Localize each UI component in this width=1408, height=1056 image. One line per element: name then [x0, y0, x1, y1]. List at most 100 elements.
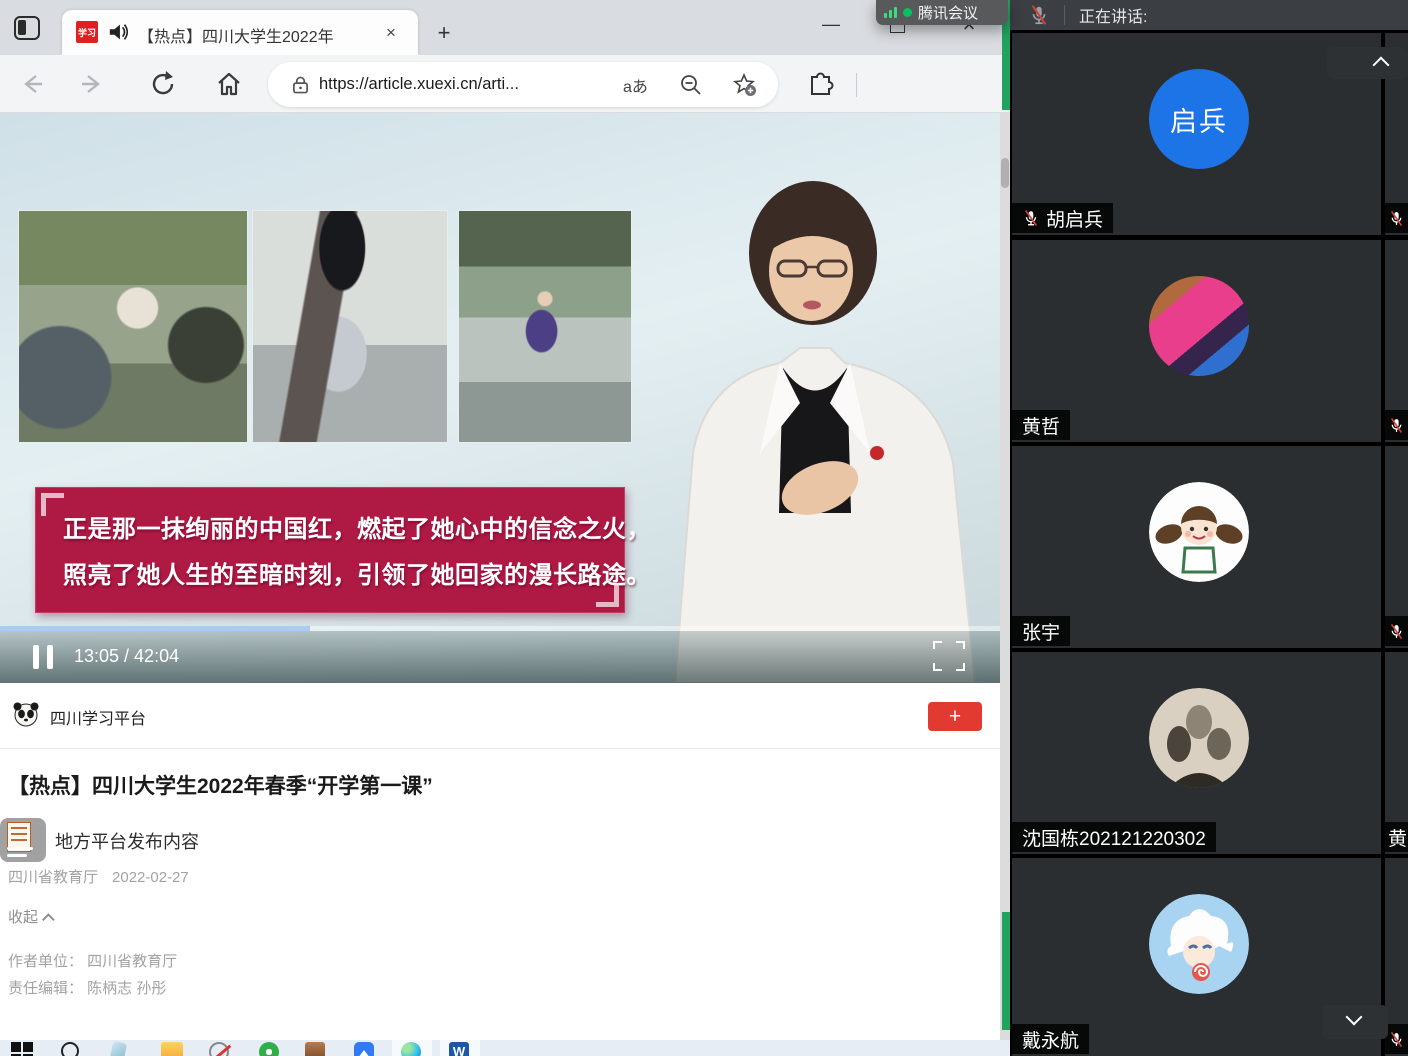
refresh-icon[interactable] [148, 69, 178, 99]
translate-icon[interactable]: aあ [623, 73, 648, 97]
chevron-up-icon [42, 913, 55, 926]
participant-tile[interactable]: 黄哲 [1012, 240, 1381, 442]
screen: 学习 【热点】四川大学生2022年 × + — × [0, 0, 1408, 1056]
browser-window: 学习 【热点】四川大学生2022年 × + — × [0, 0, 1010, 1040]
extensions-puzzle-icon[interactable] [806, 69, 836, 99]
collapse-label: 收起 [8, 909, 38, 926]
tab-strip: 学习 【热点】四川大学生2022年 × + [0, 0, 1010, 55]
participant-name: 沈国栋202121220302 [1022, 824, 1206, 851]
taskbar-search-button[interactable] [52, 1040, 92, 1056]
header-divider [1064, 5, 1065, 25]
zoom-out-icon[interactable] [680, 74, 702, 96]
tencent-meeting-pill[interactable]: 腾讯会议 [876, 0, 1008, 25]
meeting-panel: 正在讲话: 启兵 胡启兵 黄哲 [1010, 0, 1408, 1056]
video-player[interactable]: 正是那一抹绚丽的中国红，燃起了她心中的信念之火， 照亮了她人生的至暗时刻，引领了… [0, 113, 1000, 683]
participant-label: 戴永航 [1012, 1024, 1089, 1054]
mic-muted-icon [1388, 416, 1405, 435]
taskbar-word-icon[interactable]: W [440, 1040, 480, 1056]
back-icon[interactable] [16, 69, 46, 99]
taskbar-start-button[interactable] [2, 1040, 42, 1056]
forward-icon[interactable] [78, 69, 108, 99]
window-minimize-button[interactable]: — [820, 14, 842, 36]
mic-muted-icon [1022, 208, 1040, 228]
tab-actions-menu-icon[interactable] [14, 16, 40, 40]
participant-tile[interactable]: 张宇 [1012, 446, 1381, 648]
mic-muted-icon [1388, 1030, 1405, 1049]
taskbar-quark-icon[interactable] [345, 1040, 385, 1056]
participant-name: 黄哲 [1022, 412, 1060, 439]
participant-tile-partial[interactable]: 黄 [1385, 652, 1408, 854]
source-tag: 地方平台发布内容 [55, 828, 199, 854]
taskbar-photo-app-icon[interactable] [296, 1040, 336, 1056]
chevron-down-icon [1346, 1009, 1363, 1026]
tab-close-icon[interactable]: × [378, 20, 404, 46]
participant-tile-partial[interactable] [1385, 446, 1408, 648]
mic-muted-icon [1388, 209, 1405, 228]
publisher-name[interactable]: 四川学习平台 [50, 705, 146, 729]
meeting-app-title: 腾讯会议 [918, 2, 978, 23]
participant-tile[interactable]: 启兵 胡启兵 [1012, 33, 1381, 235]
tab-title: 【热点】四川大学生2022年 [138, 23, 364, 45]
author-line: 作者单位： 四川省教育厅 [8, 950, 177, 971]
participant-tile[interactable]: 沈国栋202121220302 [1012, 652, 1381, 854]
browser-tab[interactable]: 学习 【热点】四川大学生2022年 × [62, 10, 418, 55]
scrollbar-thumb[interactable] [1001, 158, 1009, 188]
taskbar: W [0, 1040, 1010, 1056]
participant-label [1385, 1024, 1408, 1054]
taskbar-green-app-icon[interactable] [250, 1040, 290, 1056]
new-tab-button[interactable]: + [430, 19, 458, 47]
video-controls: 13:05 / 42:04 [0, 631, 1000, 683]
fullscreen-icon[interactable] [933, 641, 965, 671]
byline: 四川省教育厅 2022-02-27 [8, 866, 203, 887]
publisher-avatar[interactable] [12, 700, 40, 728]
participant-name: 戴永航 [1022, 1026, 1079, 1053]
source-badge-icon[interactable] [0, 818, 46, 862]
taskbar-file-explorer-icon[interactable] [152, 1040, 192, 1056]
video-caption-banner: 正是那一抹绚丽的中国红，燃起了她心中的信念之火， 照亮了她人生的至暗时刻，引领了… [35, 487, 625, 613]
taskbar-edge-icon[interactable] [392, 1040, 432, 1056]
url-text: https://article.xuexi.cn/arti... [319, 75, 519, 94]
speaking-label: 正在讲话: [1079, 3, 1147, 27]
address-bar[interactable]: https://article.xuexi.cn/arti... aあ [268, 62, 778, 107]
byline-date: 2022-02-27 [112, 869, 189, 886]
scrollbar-track[interactable] [1000, 113, 1010, 1040]
participant-label: 黄哲 [1012, 410, 1070, 440]
taskbar-phone-icon[interactable] [102, 1040, 142, 1056]
taskbar-blocked-browser-icon[interactable] [200, 1040, 240, 1056]
avatar [1149, 482, 1249, 582]
scroll-up-button[interactable] [1327, 47, 1408, 79]
lock-icon[interactable] [292, 75, 309, 95]
participant-label: 沈国栋202121220302 [1012, 822, 1216, 852]
participant-label [1385, 410, 1408, 440]
participant-label: 张宇 [1012, 616, 1070, 646]
participant-tile-partial[interactable] [1385, 240, 1408, 442]
divider [0, 748, 1000, 749]
participant-label: 胡启兵 [1012, 203, 1113, 233]
favorite-star-icon[interactable] [733, 73, 757, 97]
editor-line: 责任编辑： 陈柄志 孙彤 [8, 977, 166, 998]
participant-name: 张宇 [1022, 618, 1060, 645]
follow-button[interactable]: + [928, 702, 982, 731]
share-border-bottom [1002, 912, 1010, 1030]
xuexi-favicon-icon: 学习 [76, 21, 98, 43]
participant-tile-partial[interactable] [1385, 858, 1408, 1056]
video-photo-walking [458, 210, 632, 443]
collapse-toggle[interactable]: 收起 [8, 906, 55, 927]
mic-muted-icon[interactable] [1028, 3, 1050, 27]
video-time: 13:05 / 42:04 [74, 646, 179, 667]
participant-label: 黄 [1385, 822, 1408, 852]
scroll-down-button[interactable] [1322, 1005, 1388, 1039]
tab-audio-icon[interactable] [108, 22, 130, 42]
toolbar-divider [856, 73, 857, 97]
video-photo-ankle-monitor [252, 210, 448, 443]
pause-button[interactable] [33, 645, 53, 669]
mic-muted-icon [1388, 622, 1405, 641]
chevron-up-icon [1373, 57, 1390, 74]
banner-text-line2: 照亮了她人生的至暗时刻，引领了她回家的漫长路途。 [63, 555, 603, 590]
home-icon[interactable] [214, 69, 244, 99]
avatar [1149, 688, 1249, 788]
video-photo-crowd [18, 210, 248, 443]
browser-toolbar: https://article.xuexi.cn/arti... aあ ••• [0, 55, 1010, 113]
byline-source: 四川省教育厅 [8, 869, 98, 886]
status-dot-icon [903, 8, 912, 17]
